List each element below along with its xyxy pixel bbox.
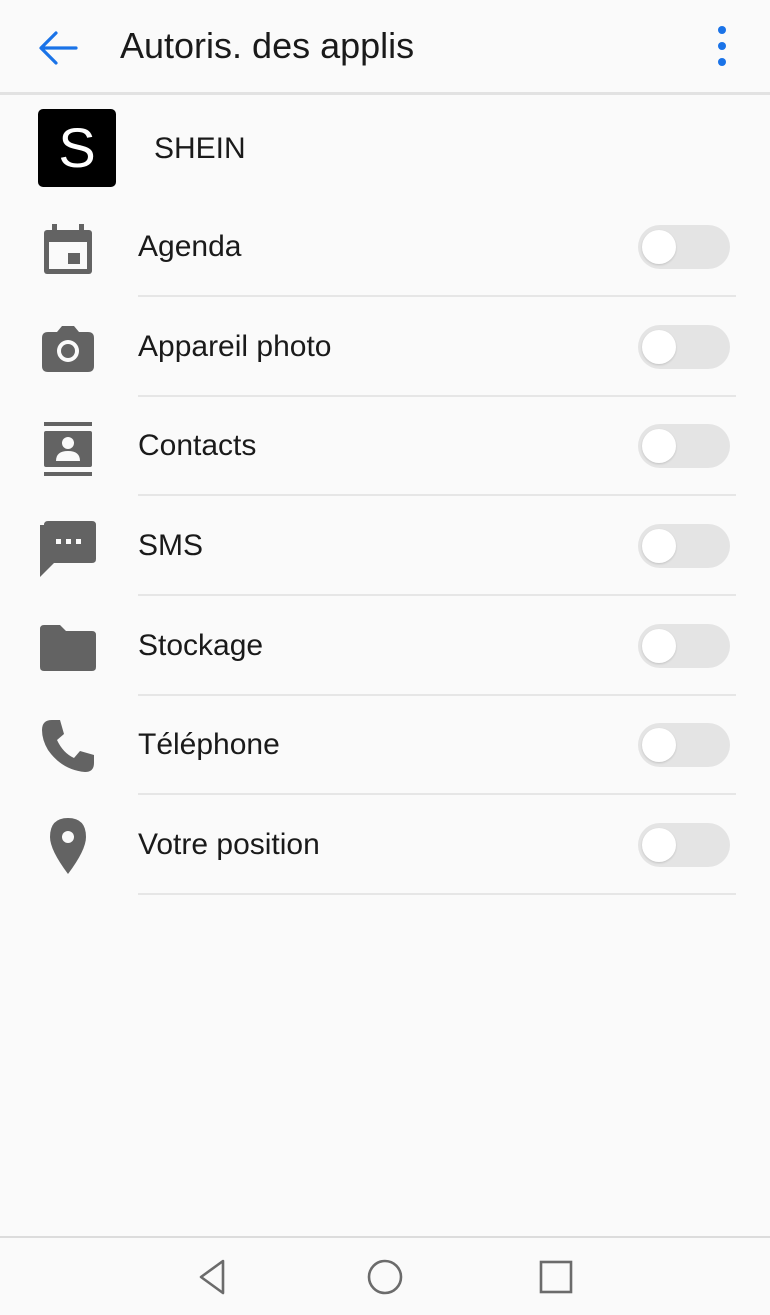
toggle-knob bbox=[642, 629, 676, 663]
calendar-icon bbox=[38, 218, 98, 278]
divider bbox=[138, 793, 736, 795]
permission-toggle[interactable] bbox=[638, 524, 730, 568]
toggle-knob bbox=[642, 230, 676, 264]
permission-row-contacts[interactable]: Contacts bbox=[0, 397, 770, 496]
permission-row-location[interactable]: Votre position bbox=[0, 796, 770, 895]
more-vert-icon bbox=[718, 26, 726, 66]
permission-row-agenda[interactable]: Agenda bbox=[0, 198, 770, 297]
contacts-icon bbox=[38, 417, 98, 477]
permission-row-storage[interactable]: Stockage bbox=[0, 597, 770, 696]
app-info-row: S SHEIN bbox=[0, 107, 770, 189]
permission-toggle[interactable] bbox=[638, 225, 730, 269]
nav-home-icon bbox=[367, 1259, 403, 1295]
nav-back-icon bbox=[199, 1259, 225, 1295]
app-logo: S bbox=[38, 109, 116, 187]
toggle-knob bbox=[642, 429, 676, 463]
nav-back-button[interactable] bbox=[188, 1252, 238, 1302]
phone-icon bbox=[38, 716, 98, 776]
permission-label: Votre position bbox=[138, 828, 320, 861]
toggle-knob bbox=[642, 330, 676, 364]
permission-label: Appareil photo bbox=[138, 330, 332, 363]
system-nav-bar bbox=[0, 1236, 770, 1315]
page-title: Autoris. des applis bbox=[120, 25, 415, 66]
more-options-button[interactable] bbox=[700, 18, 744, 74]
sms-icon bbox=[38, 517, 98, 577]
nav-recents-icon bbox=[539, 1260, 573, 1294]
app-bar: Autoris. des applis bbox=[0, 0, 770, 95]
permission-toggle[interactable] bbox=[638, 624, 730, 668]
divider bbox=[138, 893, 736, 895]
divider bbox=[138, 494, 736, 496]
toggle-knob bbox=[642, 529, 676, 563]
nav-recents-button[interactable] bbox=[531, 1252, 581, 1302]
permission-toggle[interactable] bbox=[638, 723, 730, 767]
nav-home-button[interactable] bbox=[360, 1252, 410, 1302]
back-button[interactable] bbox=[30, 20, 86, 76]
permission-label: Agenda bbox=[138, 230, 242, 263]
permission-row-camera[interactable]: Appareil photo bbox=[0, 298, 770, 397]
permission-label: Stockage bbox=[138, 629, 264, 662]
divider bbox=[138, 594, 736, 596]
camera-icon bbox=[38, 318, 98, 378]
divider bbox=[138, 295, 736, 297]
permission-row-sms[interactable]: SMS bbox=[0, 497, 770, 596]
permission-toggle[interactable] bbox=[638, 424, 730, 468]
app-name: SHEIN bbox=[154, 132, 246, 165]
arrow-left-icon bbox=[39, 31, 78, 65]
permission-label: Téléphone bbox=[138, 728, 280, 761]
folder-icon bbox=[38, 617, 98, 677]
permission-row-phone[interactable]: Téléphone bbox=[0, 696, 770, 795]
location-icon bbox=[38, 816, 98, 876]
toggle-knob bbox=[642, 728, 676, 762]
permission-toggle[interactable] bbox=[638, 823, 730, 867]
permission-label: SMS bbox=[138, 529, 204, 562]
permission-toggle[interactable] bbox=[638, 325, 730, 369]
permission-label: Contacts bbox=[138, 429, 257, 462]
toggle-knob bbox=[642, 828, 676, 862]
